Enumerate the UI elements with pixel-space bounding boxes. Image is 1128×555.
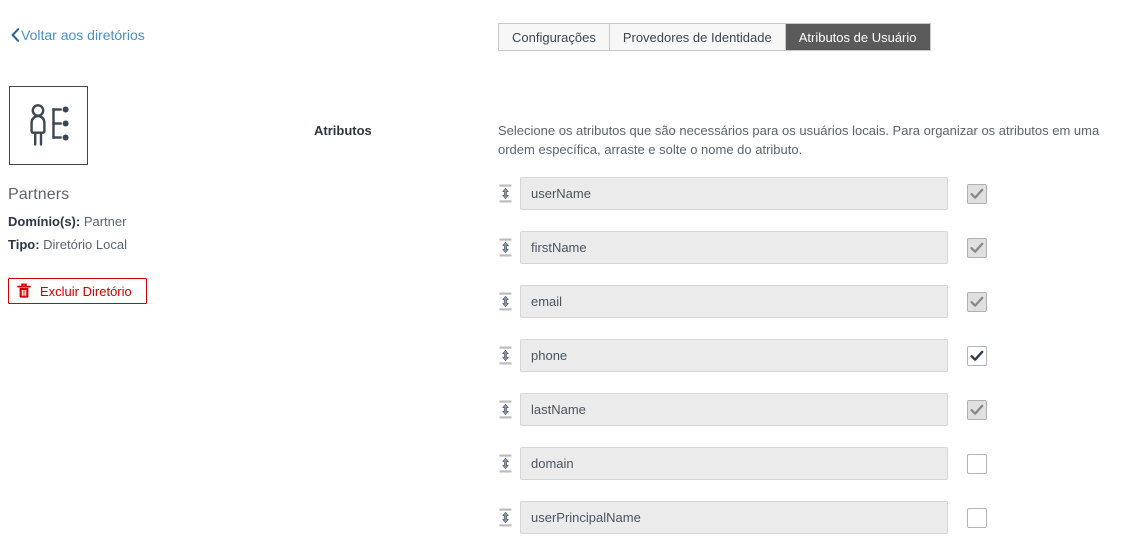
attribute-checkbox[interactable] xyxy=(967,345,987,366)
delete-directory-label: Excluir Diretório xyxy=(40,283,132,299)
drag-vertical-icon[interactable] xyxy=(498,292,512,312)
attribute-checkbox xyxy=(967,291,987,312)
directory-name: Partners xyxy=(8,186,70,203)
attribute-row xyxy=(498,231,998,264)
back-to-directories-link[interactable]: Voltar aos diretórios xyxy=(10,28,145,42)
tab-1[interactable]: Provedores de Identidade xyxy=(609,24,786,50)
back-to-directories-label: Voltar aos diretórios xyxy=(21,27,145,43)
attribute-checkbox xyxy=(967,399,987,420)
attribute-row xyxy=(498,177,998,210)
drag-vertical-icon[interactable] xyxy=(498,346,512,366)
tab-label: Configurações xyxy=(512,29,596,45)
attribute-name-input[interactable] xyxy=(520,501,948,534)
attribute-checkbox[interactable] xyxy=(967,453,987,474)
attribute-name-input[interactable] xyxy=(520,177,948,210)
directory-domain-meta: Domínio(s): Partner xyxy=(8,214,126,229)
attribute-row xyxy=(498,285,998,318)
drag-vertical-icon[interactable] xyxy=(498,454,512,474)
attribute-name-input[interactable] xyxy=(520,447,948,480)
tab-0[interactable]: Configurações xyxy=(499,24,610,50)
drag-vertical-icon[interactable] xyxy=(498,400,512,420)
chevron-left-icon xyxy=(10,28,20,42)
directory-type-label: Tipo: xyxy=(8,237,40,252)
drag-vertical-icon[interactable] xyxy=(498,508,512,528)
directory-type-value: Diretório Local xyxy=(43,237,127,252)
directory-sidebar: Voltar aos diretórios Partners Domínio(s… xyxy=(0,0,300,545)
attributes-description: Selecione os atributos que são necessári… xyxy=(498,123,1100,157)
directory-type-meta: Tipo: Diretório Local xyxy=(8,237,127,252)
attribute-row xyxy=(498,501,998,534)
attribute-checkbox xyxy=(967,237,987,258)
attributes-section-label: Atributos xyxy=(314,123,372,138)
attribute-checkbox[interactable] xyxy=(967,507,987,528)
attribute-name-input[interactable] xyxy=(520,339,948,372)
attributes-list xyxy=(498,177,998,555)
tab-label: Provedores de Identidade xyxy=(622,29,772,45)
drag-vertical-icon[interactable] xyxy=(498,238,512,258)
drag-vertical-icon[interactable] xyxy=(498,184,512,204)
tab-label: Atributos de Usuário xyxy=(798,29,917,45)
attribute-name-input[interactable] xyxy=(520,231,948,264)
directory-domain-label: Domínio(s): xyxy=(8,214,81,229)
user-directory-icon xyxy=(9,86,88,165)
directory-domain-value: Partner xyxy=(83,214,127,229)
attribute-row xyxy=(498,393,998,426)
attribute-row xyxy=(498,339,998,372)
attribute-name-input[interactable] xyxy=(520,393,948,426)
attribute-row xyxy=(498,447,998,480)
attribute-checkbox xyxy=(967,183,987,204)
delete-directory-button[interactable]: Excluir Diretório xyxy=(8,278,147,304)
attribute-name-input[interactable] xyxy=(520,285,948,318)
tab-bar: Configurações Provedores de Identidade Atr… xyxy=(498,23,931,51)
trash-icon xyxy=(17,283,31,299)
tab-2[interactable]: Atributos de Usuário xyxy=(785,24,930,50)
